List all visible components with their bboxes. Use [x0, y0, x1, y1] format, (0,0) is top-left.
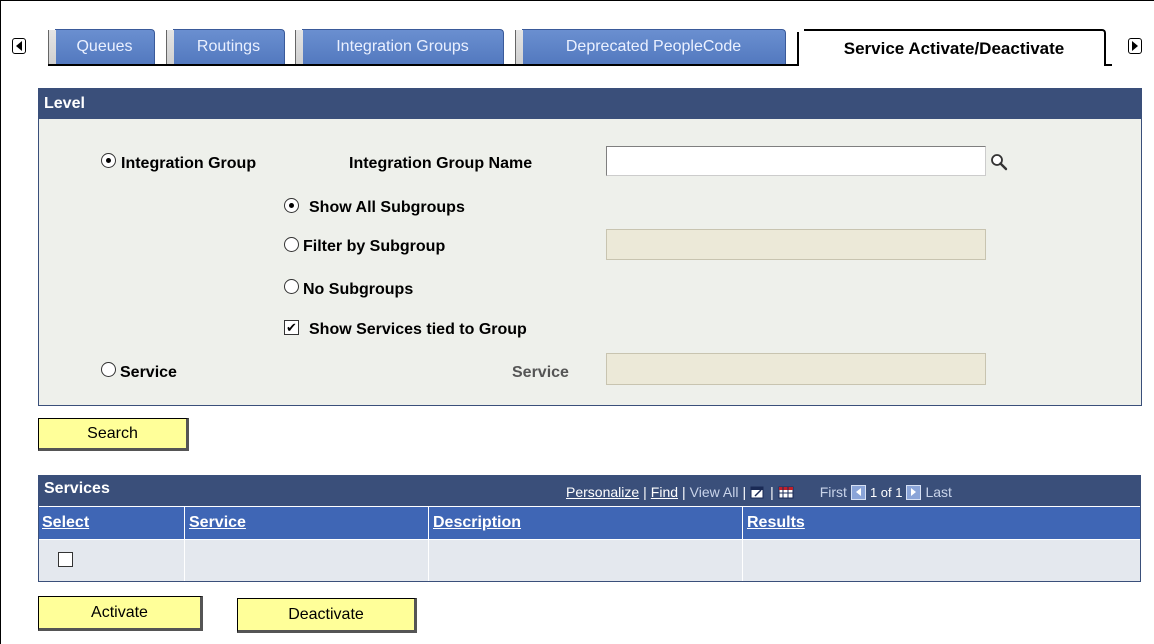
level-header: Level	[38, 88, 1142, 119]
integration-group-name-input[interactable]	[606, 146, 986, 176]
tab-deprecated-peoplecode[interactable]: Deprecated PeopleCode	[515, 29, 786, 64]
arrow-right-icon	[1132, 41, 1138, 51]
services-grid-border	[38, 475, 1141, 582]
deactivate-button-label: Deactivate	[288, 605, 364, 623]
tab-queues[interactable]: Queues	[48, 29, 155, 64]
tab-baseline	[48, 64, 798, 66]
activate-button[interactable]: Activate	[38, 596, 203, 631]
no-subgroups-radio[interactable]	[284, 279, 299, 294]
show-services-tied-checkbox[interactable]: ✔	[284, 320, 299, 335]
arrow-left-icon	[16, 41, 22, 51]
tab-integration-groups[interactable]: Integration Groups	[295, 29, 504, 64]
window-frame-top	[0, 0, 1154, 1]
integration-group-name-label: Integration Group Name	[349, 155, 533, 172]
integration-group-radio-label: Integration Group	[121, 155, 257, 172]
level-header-label: Level	[44, 94, 85, 112]
no-subgroups-label: No Subgroups	[303, 281, 414, 298]
deactivate-button[interactable]: Deactivate	[237, 598, 417, 633]
activate-button-label: Activate	[91, 603, 148, 621]
tab-baseline	[1104, 64, 1112, 66]
show-all-subgroups-radio[interactable]	[284, 198, 299, 213]
checkmark-icon: ✔	[286, 320, 297, 335]
integration-group-radio[interactable]	[101, 153, 116, 168]
tab-scroll-left-button[interactable]	[12, 38, 26, 54]
filter-by-subgroup-label: Filter by Subgroup	[303, 238, 446, 255]
lookup-search-icon[interactable]	[990, 153, 1008, 171]
service-radio[interactable]	[101, 362, 116, 377]
show-services-tied-label: Show Services tied to Group	[309, 321, 527, 338]
tab-label: Deprecated PeopleCode	[565, 38, 742, 55]
tab-scroll-right-button[interactable]	[1128, 38, 1142, 54]
service-input	[606, 353, 986, 385]
filter-subgroup-input	[606, 229, 986, 260]
tab-label: Integration Groups	[336, 38, 469, 55]
tab-routings[interactable]: Routings	[166, 29, 285, 64]
tab-label: Queues	[76, 38, 133, 55]
search-button[interactable]: Search	[38, 418, 189, 451]
tab-label: Routings	[196, 38, 261, 55]
show-all-subgroups-label: Show All Subgroups	[309, 199, 465, 216]
search-button-label: Search	[87, 424, 138, 442]
service-field-label: Service	[512, 364, 569, 381]
window-frame-left	[0, 0, 1, 644]
filter-by-subgroup-radio[interactable]	[284, 237, 299, 252]
tab-service-activate-deactivate[interactable]: Service Activate/Deactivate	[797, 29, 1106, 66]
service-radio-label: Service	[120, 364, 177, 381]
tab-label: Service Activate/Deactivate	[843, 38, 1065, 58]
